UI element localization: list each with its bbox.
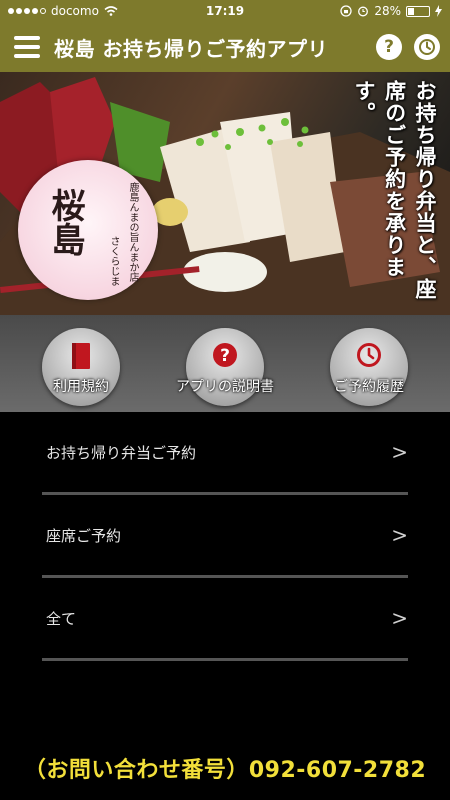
charging-icon bbox=[435, 5, 442, 17]
contact-phone[interactable]: （お問い合わせ番号）092-607-2782 bbox=[0, 752, 450, 784]
manual-label: アプリの説明書 bbox=[176, 379, 274, 395]
chevron-right-icon: > bbox=[391, 606, 408, 630]
hero-image: お持ち帰り弁当と、座席のご予約を承ります。 鹿島んまの旨んまか店 桜島 さくらじ… bbox=[0, 72, 450, 315]
chevron-right-icon: > bbox=[391, 523, 408, 547]
status-left: docomo bbox=[8, 4, 118, 18]
menu-item-label: 座席ご予約 bbox=[46, 526, 122, 545]
status-bar: docomo 17:19 28% bbox=[0, 0, 450, 22]
question-circle-icon[interactable]: ? bbox=[376, 34, 402, 60]
logo-reading: さくらじま bbox=[108, 236, 119, 286]
app-header: 桜島 お持ち帰りご予約アプリ ? bbox=[0, 22, 450, 72]
question-icon: ? bbox=[213, 343, 237, 367]
svg-text:?: ? bbox=[220, 346, 230, 366]
hamburger-menu-icon[interactable] bbox=[0, 22, 54, 72]
hero-tagline: お持ち帰り弁当と、座席のご予約を承ります。 bbox=[352, 80, 438, 300]
restaurant-logo: 鹿島んまの旨んまか店 桜島 さくらじま bbox=[18, 160, 158, 300]
status-right: 28% bbox=[340, 4, 442, 18]
battery-fill bbox=[408, 7, 414, 15]
logo-name: 桜島 bbox=[45, 188, 85, 256]
battery-icon bbox=[406, 5, 430, 17]
menu-item-label: お持ち帰り弁当ご予約 bbox=[46, 443, 197, 462]
terms-label: 利用規約 bbox=[53, 379, 109, 395]
menu-item-takeout-reservation[interactable]: お持ち帰り弁当ご予約 > bbox=[42, 412, 408, 495]
carrier-name: docomo bbox=[51, 4, 99, 18]
book-icon bbox=[72, 343, 90, 369]
menu-item-label: 全て bbox=[46, 609, 77, 628]
battery-percent: 28% bbox=[374, 4, 401, 18]
menu-item-seat-reservation[interactable]: 座席ご予約 > bbox=[42, 495, 408, 578]
wifi-icon bbox=[104, 6, 118, 16]
history-label: ご予約履歴 bbox=[334, 379, 404, 395]
quick-actions: 利用規約 ? アプリの説明書 ご予約履歴 bbox=[0, 315, 450, 412]
orientation-lock-icon bbox=[340, 5, 352, 17]
app-title: 桜島 お持ち帰りご予約アプリ bbox=[54, 36, 328, 61]
clock-icon[interactable] bbox=[414, 34, 440, 60]
menu-item-all[interactable]: 全て > bbox=[42, 578, 408, 661]
logo-subtitle: 鹿島んまの旨んまか店 bbox=[127, 182, 138, 282]
alarm-icon bbox=[358, 6, 369, 17]
clock-icon bbox=[357, 343, 381, 367]
chevron-right-icon: > bbox=[391, 440, 408, 464]
signal-icon bbox=[8, 8, 46, 14]
